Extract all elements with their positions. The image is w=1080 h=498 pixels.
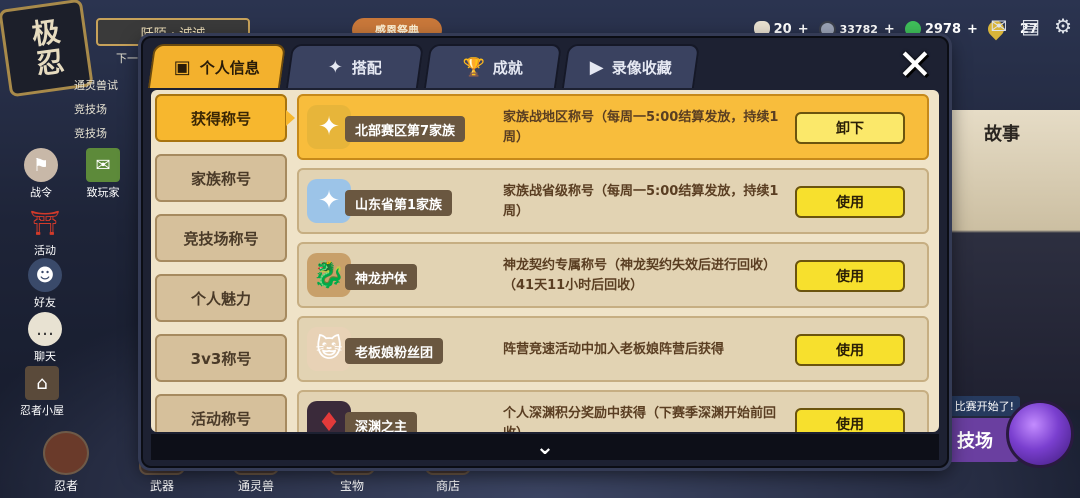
title-name: 深渊之主 [345,412,418,432]
side-menu-letter[interactable]: ✉ 致玩家 [86,148,120,200]
tab-profile[interactable]: ▣ 个人信息 [147,44,287,88]
use-button[interactable]: 使用 [795,334,905,366]
nav-label: 宝物 [339,479,364,493]
quest-item[interactable]: 通灵兽试 [74,74,118,98]
tab-label: 录像收藏 [611,58,672,77]
quest-item[interactable]: 竞技场 [74,98,118,122]
tab-label: 搭配 [351,58,382,77]
side-menu-house[interactable]: ⌂ 忍者小屋 [20,366,64,418]
side-menu-battle-pass[interactable]: ⚑ 战令 [24,148,58,200]
nav-ninja[interactable]: 忍者 [36,431,96,494]
scroll-down-bar[interactable]: ⌄ [151,434,939,460]
friend-icon: ☻ [28,258,62,292]
category-obtained[interactable]: 获得称号 [155,94,295,142]
tab-label: 成就 [493,58,524,77]
coin-icon [818,20,836,38]
rice-ball-icon [753,21,770,37]
category-charm[interactable]: 个人魅力 [155,274,287,322]
letter-icon: ✉ [86,148,120,182]
currency-jade: 2978 + [901,17,978,41]
side-menu-friends[interactable]: ☻ 好友 [28,258,62,310]
nav-label: 武器 [149,479,174,493]
title-name: 北部赛区第7家族 [345,116,466,142]
title-description: 家族战地区称号（每周一5:00结算发放，持续1周） [503,110,779,145]
title-row[interactable]: ✦ 山东省第1家族 家族战省级称号（每周一5:00结算发放，持续1周） 使用 [297,168,929,234]
play-icon: ▶ [589,56,604,78]
currency-value: 33782 [839,22,878,36]
trophy-icon: 🏆 [462,56,486,78]
title-description: 家族战省级称号（每周一5:00结算发放，持续1周） [503,184,779,219]
currency-value: 20 [773,21,792,37]
category-3v3[interactable]: 3v3称号 [155,334,287,382]
title-name: 山东省第1家族 [345,190,453,216]
story-scroll-panel [930,110,1080,410]
side-menu-chat[interactable]: … 聊天 [28,312,62,364]
add-currency-button[interactable]: + [798,22,809,37]
currency-rice: 20 + [753,21,809,37]
category-arena[interactable]: 竞技场称号 [155,214,287,262]
chevron-down-icon[interactable]: ⌄ [536,435,554,460]
title-name: 神龙护体 [345,264,418,290]
chat-icon: … [28,312,62,346]
profile-icon: ▣ [174,56,192,78]
nav-label: 通灵兽 [237,479,274,493]
tab-label: 个人信息 [199,58,260,77]
add-currency-button[interactable]: + [967,22,978,37]
title-content-panel: 获得称号 家族称号 竞技场称号 个人魅力 3v3称号 活动称号 ✦ 北部赛区第7… [151,90,939,432]
tab-replays[interactable]: ▶ 录像收藏 [561,44,701,88]
unequip-button[interactable]: 卸下 [795,112,905,144]
currency-value: 2978 [924,21,961,37]
top-icons: ✉ ▤ ⚙ [990,14,1072,38]
title-row[interactable]: ✦ 北部赛区第7家族 家族战地区称号（每周一5:00结算发放，持续1周） 卸下 [297,94,929,160]
close-icon[interactable]: ✕ [891,42,939,88]
side-menu-label: 聊天 [34,350,56,363]
torii-gate-icon: ⛩ [29,209,61,237]
side-menu-label: 致玩家 [86,186,120,199]
nav-label: 商店 [435,479,460,493]
title-list: ✦ 北部赛区第7家族 家族战地区称号（每周一5:00结算发放，持续1周） 卸下 … [297,94,933,432]
side-menu-label: 好友 [34,296,56,309]
modal-tabs: ▣ 个人信息 ✦ 搭配 🏆 成就 ▶ 录像收藏 [147,44,701,90]
ninja-icon [43,431,89,475]
mail-icon[interactable]: ✉ [990,14,1007,38]
tab-achievements[interactable]: 🏆 成就 [423,44,563,88]
house-icon: ⌂ [25,366,59,400]
story-label[interactable]: 故事 [984,120,1020,146]
shuriken-icon: ✦ [328,56,344,78]
side-menu-label: 战令 [30,186,52,199]
match-start-banner: 比赛开始了! [948,396,1020,416]
quest-next-label: 下一 [116,52,138,65]
quest-item[interactable]: 竞技场 [74,122,118,146]
side-menu-label: 忍者小屋 [20,404,64,417]
category-event[interactable]: 活动称号 [155,394,287,432]
shop-icon[interactable]: ▤ [1021,14,1040,38]
use-button[interactable]: 使用 [795,186,905,218]
title-description: 阵营竞速活动中加入老板娘阵营后获得 [503,342,725,357]
quest-list: 通灵兽试 竞技场 竞技场 [74,74,118,146]
add-currency-button[interactable]: + [884,22,895,37]
battle-pass-icon: ⚑ [24,148,58,182]
side-menu-activity[interactable]: ⛩ 活动 [28,206,62,258]
title-description: 神龙契约专属称号（神龙契约失效后进行回收）（41天11小时后回收） [503,258,777,293]
title-description: 个人深渊积分奖励中获得（下赛季深渊开始前回收） [503,406,777,432]
title-name: 老板娘粉丝团 [345,338,444,364]
side-menu-label: 活动 [34,244,56,257]
arena-gem-icon[interactable] [1006,400,1074,468]
settings-icon[interactable]: ⚙ [1054,14,1072,38]
nav-label: 忍者 [53,479,78,493]
category-family[interactable]: 家族称号 [155,154,287,202]
use-button[interactable]: 使用 [795,260,905,292]
tab-outfit[interactable]: ✦ 搭配 [285,44,425,88]
title-row[interactable]: 😺 老板娘粉丝团 阵营竞速活动中加入老板娘阵营后获得 使用 [297,316,929,382]
use-button[interactable]: 使用 [795,408,905,432]
profile-modal: ▣ 个人信息 ✦ 搭配 🏆 成就 ▶ 录像收藏 ✕ 获得称号 家族称号 竞技场称… [141,36,949,468]
title-row[interactable]: 🐉 神龙护体 神龙契约专属称号（神龙契约失效后进行回收）（41天11小时后回收）… [297,242,929,308]
title-row[interactable]: ♦ 深渊之主 个人深渊积分奖励中获得（下赛季深渊开始前回收） 使用 [297,390,929,432]
title-category-list: 获得称号 家族称号 竞技场称号 个人魅力 3v3称号 活动称号 [155,94,295,432]
currency-coin: 33782 + [818,20,895,38]
